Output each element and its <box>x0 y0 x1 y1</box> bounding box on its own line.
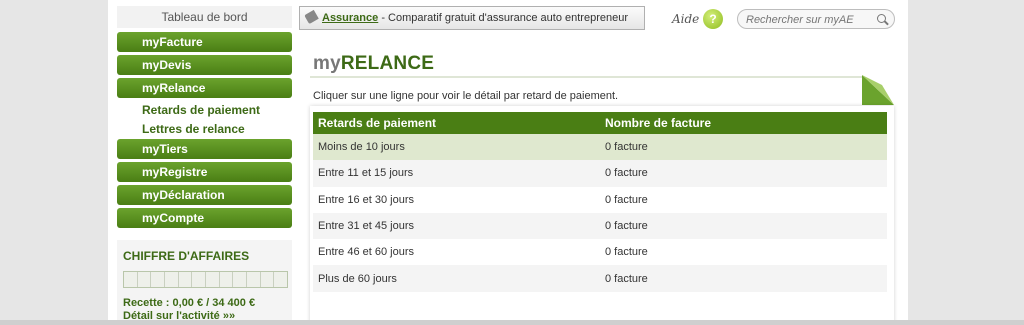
subnav-lettres-de-relance[interactable]: Lettres de relance <box>142 122 245 136</box>
nav-mytiers[interactable]: myTiers <box>117 139 292 159</box>
help-icon[interactable]: ? <box>703 9 723 29</box>
page-title: myRELANCE <box>313 53 434 75</box>
chiffre-affaires-gauge <box>123 271 288 288</box>
search-input[interactable] <box>746 12 874 27</box>
sidebar: Tableau de bord myFacture myDevis myRela… <box>117 0 292 325</box>
nav-myfacture[interactable]: myFacture <box>117 32 292 52</box>
row-count: 0 facture <box>605 246 648 259</box>
ad-text: - Comparatif gratuit d'assurance auto en… <box>378 12 628 24</box>
search-box <box>737 9 895 29</box>
table-row[interactable]: Entre 46 et 60 jours 0 facture <box>313 239 887 265</box>
table-row[interactable]: Plus de 60 jours 0 facture <box>313 265 887 292</box>
subnav-retards-de-paiement[interactable]: Retards de paiement <box>142 103 260 117</box>
search-icon[interactable] <box>877 14 886 23</box>
instruction-text: Cliquer sur une ligne pour voir le détai… <box>313 90 619 102</box>
row-range: Entre 31 et 45 jours <box>313 212 600 240</box>
ad-link[interactable]: Assurance <box>322 12 378 24</box>
table-row[interactable]: Entre 31 et 45 jours 0 facture <box>313 212 887 240</box>
bottom-scroll-edge <box>0 320 1024 325</box>
row-count: 0 facture <box>600 134 887 161</box>
row-range: Entre 11 et 15 jours <box>313 160 600 187</box>
recette-text: Recette : 0,00 € / 34 400 € <box>123 297 256 309</box>
title-prefix: my <box>313 53 341 74</box>
row-count: 0 facture <box>600 160 887 187</box>
page-curl-icon <box>862 75 894 105</box>
ad-banner[interactable]: Assurance - Comparatif gratuit d'assuran… <box>299 6 645 30</box>
row-range: Entre 16 et 30 jours <box>318 193 415 206</box>
nav-myrelance[interactable]: myRelance <box>117 78 292 98</box>
table-row[interactable]: Entre 11 et 15 jours 0 facture <box>313 160 887 187</box>
row-count: 0 facture <box>600 212 887 240</box>
nav-mycompte[interactable]: myCompte <box>117 208 292 228</box>
row-count: 0 facture <box>605 193 648 206</box>
chiffre-affaires-box: CHIFFRE D'AFFAIRES Recette : 0,00 € / 34… <box>117 240 292 325</box>
nav-mydeclaration[interactable]: myDéclaration <box>117 185 292 205</box>
table-row[interactable]: Entre 16 et 30 jours 0 facture <box>313 187 887 213</box>
tag-icon <box>304 9 319 25</box>
help-label[interactable]: Aide <box>672 12 699 26</box>
title-divider <box>310 76 862 78</box>
column-header-nombre: Nombre de facture <box>600 112 887 134</box>
row-range: Moins de 10 jours <box>313 134 600 161</box>
table-header-row: Retards de paiement Nombre de facture <box>313 112 887 134</box>
table-row[interactable]: Moins de 10 jours 0 facture <box>313 134 887 161</box>
relance-table: Retards de paiement Nombre de facture Mo… <box>313 112 887 292</box>
row-count: 0 facture <box>600 265 887 292</box>
dashboard-link[interactable]: Tableau de bord <box>117 6 292 28</box>
nav-myregistre[interactable]: myRegistre <box>117 162 292 182</box>
nav-mydevis[interactable]: myDevis <box>117 55 292 75</box>
row-range: Entre 46 et 60 jours <box>318 246 415 259</box>
column-header-retards: Retards de paiement <box>313 112 600 134</box>
title-main: RELANCE <box>340 53 435 74</box>
row-range: Plus de 60 jours <box>313 265 600 292</box>
chiffre-affaires-title: CHIFFRE D'AFFAIRES <box>123 249 250 263</box>
